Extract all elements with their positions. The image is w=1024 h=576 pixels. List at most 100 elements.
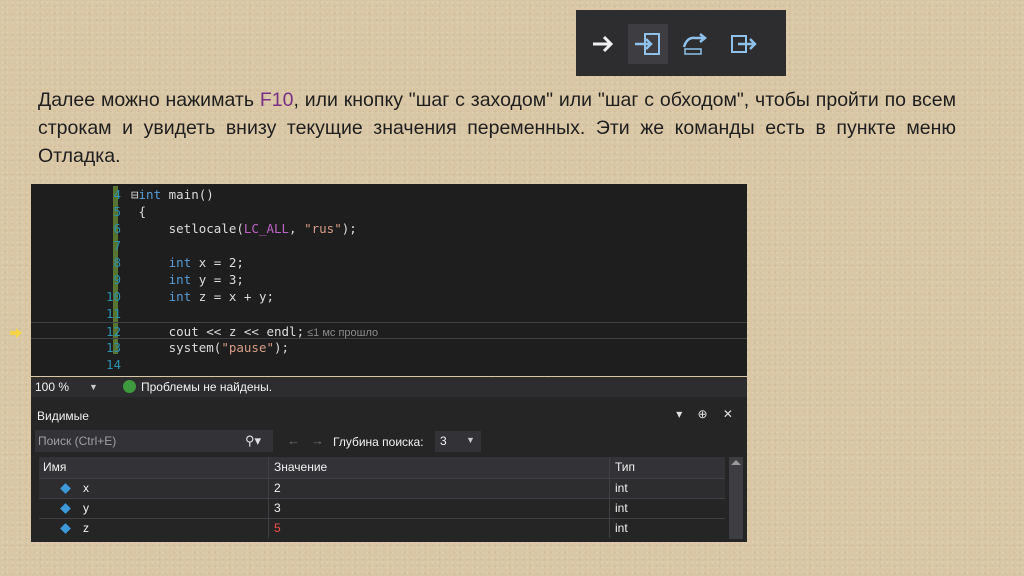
code-token-kw: int xyxy=(168,272,192,287)
code-token-rest: system( xyxy=(131,340,222,355)
line-number: 11 xyxy=(105,306,121,321)
code-token-rest2: , xyxy=(289,221,305,236)
code-token-rest: cout << z << endl; xyxy=(131,324,305,339)
code-line[interactable]: 7 xyxy=(31,237,747,254)
column-name[interactable]: Имя xyxy=(39,457,269,478)
step-over-icon xyxy=(682,33,708,55)
panel-title: Видимые xyxy=(37,409,89,423)
code-line[interactable]: 4 ⊟int main() xyxy=(31,186,747,203)
step-out-button[interactable] xyxy=(724,24,764,64)
code-token-kw: int xyxy=(138,187,162,202)
search-input[interactable]: Поиск (Ctrl+E) xyxy=(35,430,273,452)
code-line[interactable]: 10 int z = x + y; xyxy=(31,288,747,305)
column-type[interactable]: Тип xyxy=(611,457,725,478)
variables-table: Имя Значение Тип x 2 int y 3 int z 5 int xyxy=(39,457,725,538)
column-value[interactable]: Значение xyxy=(270,457,610,478)
type-cell: int xyxy=(615,481,628,495)
panel-controls[interactable]: ▾ ⊕ ✕ xyxy=(676,407,739,421)
panel-separator xyxy=(31,397,747,405)
back-arrow-icon[interactable]: ← xyxy=(287,433,300,448)
code-text: ⊟int main() xyxy=(131,186,214,203)
line-number: 5 xyxy=(113,204,121,219)
description-text: Далее можно нажимать F10, или кнопку "ша… xyxy=(38,86,956,170)
continue-button[interactable] xyxy=(584,24,624,64)
zoom-level[interactable]: 100 % xyxy=(35,377,69,397)
code-token-str: "rus" xyxy=(304,221,342,236)
variable-icon xyxy=(60,523,71,534)
line-number: 8 xyxy=(113,255,121,270)
autos-panel: Видимые ▾ ⊕ ✕ Поиск (Ctrl+E) ⚲▾ ← → Глуб… xyxy=(31,405,747,542)
code-token-rest: x = 2; xyxy=(191,255,244,270)
line-number: 7 xyxy=(113,238,121,253)
code-text: system("pause"); xyxy=(131,339,289,356)
code-line[interactable]: 13 system("pause"); xyxy=(31,339,747,356)
type-cell: int xyxy=(615,501,628,515)
type-cell: int xyxy=(615,521,628,535)
variable-icon xyxy=(60,503,71,514)
code-token-rest: } xyxy=(131,374,147,376)
table-header: Имя Значение Тип xyxy=(39,457,725,478)
code-text: setlocale(LC_ALL, "rus"); xyxy=(131,220,357,237)
table-row[interactable]: z 5 int xyxy=(39,518,725,538)
line-number: 6 xyxy=(113,221,121,236)
value-cell[interactable]: 3 xyxy=(270,499,610,518)
chevron-down-icon[interactable]: ▼ xyxy=(466,435,475,445)
line-number: 12 xyxy=(105,324,121,339)
line-number: 9 xyxy=(113,272,121,287)
code-token-mac: LC_ALL xyxy=(243,221,290,236)
code-text: int y = 3; xyxy=(131,271,244,288)
code-token-rest: y = 3; xyxy=(191,272,244,287)
code-token-rest: setlocale( xyxy=(131,221,244,236)
variable-icon xyxy=(60,483,71,494)
table-row[interactable]: y 3 int xyxy=(39,498,725,518)
code-token-str: "pause" xyxy=(221,340,274,355)
description-part1: Далее можно нажимать xyxy=(38,89,260,111)
current-line-arrow-icon xyxy=(10,328,22,338)
step-into-button[interactable] xyxy=(628,24,668,64)
code-line[interactable]: 6 setlocale(LC_ALL, "rus"); xyxy=(31,220,747,237)
code-line[interactable]: 11 xyxy=(31,305,747,322)
variable-name: x xyxy=(83,481,89,495)
line-number: 14 xyxy=(105,357,121,372)
code-line[interactable]: 14 xyxy=(31,356,747,373)
f10-key: F10 xyxy=(259,89,294,111)
step-over-button[interactable] xyxy=(676,24,716,64)
code-editor[interactable]: 4 ⊟int main() 5 {6 setlocale(LC_ALL, "rus"… xyxy=(31,184,747,376)
code-token-hint: ≤1 мс прошло xyxy=(304,327,379,339)
step-into-icon xyxy=(635,33,660,55)
code-line[interactable]: 12 cout << z << endl; ≤1 мс прошло xyxy=(31,322,747,339)
search-depth-label: Глубина поиска: xyxy=(333,435,424,449)
code-token-rest3: ); xyxy=(341,221,357,236)
debug-toolbar xyxy=(576,10,786,76)
variable-name: z xyxy=(83,521,89,535)
code-line[interactable]: 5 { xyxy=(31,203,747,220)
name-cell: x xyxy=(39,479,269,498)
code-token-rest: z = x + y; xyxy=(191,289,275,304)
code-line[interactable]: 9 int y = 3; xyxy=(31,271,747,288)
code-token-rest: { xyxy=(131,204,147,219)
zoom-dropdown-icon[interactable]: ▼ xyxy=(89,377,98,397)
code-token-rest3: ); xyxy=(274,340,290,355)
code-token-pre: ⊟ xyxy=(131,187,139,202)
value-cell[interactable]: 5 xyxy=(270,519,610,538)
code-token-rest: main() xyxy=(161,187,214,202)
line-number: 10 xyxy=(105,289,121,304)
code-line[interactable]: 8 int x = 2; xyxy=(31,254,747,271)
forward-arrow-icon[interactable]: → xyxy=(311,433,324,448)
code-line[interactable]: } xyxy=(31,373,747,376)
code-text: int x = 2; xyxy=(131,254,244,271)
code-text: int z = x + y; xyxy=(131,288,274,305)
vertical-scrollbar[interactable] xyxy=(729,457,743,539)
editor-statusbar: 100 % ▼ Проблемы не найдены. xyxy=(31,377,747,397)
variable-name: y xyxy=(83,501,89,515)
code-token-kw: int xyxy=(168,289,192,304)
code-text: } xyxy=(131,373,147,376)
check-icon xyxy=(123,380,136,393)
name-cell: y xyxy=(39,499,269,518)
line-number: 13 xyxy=(105,340,121,355)
scroll-up-arrow-icon[interactable] xyxy=(731,460,741,465)
table-row[interactable]: x 2 int xyxy=(39,478,725,498)
search-icon[interactable]: ⚲▾ xyxy=(245,433,261,449)
value-cell[interactable]: 2 xyxy=(270,479,610,498)
name-cell: z xyxy=(39,519,269,538)
